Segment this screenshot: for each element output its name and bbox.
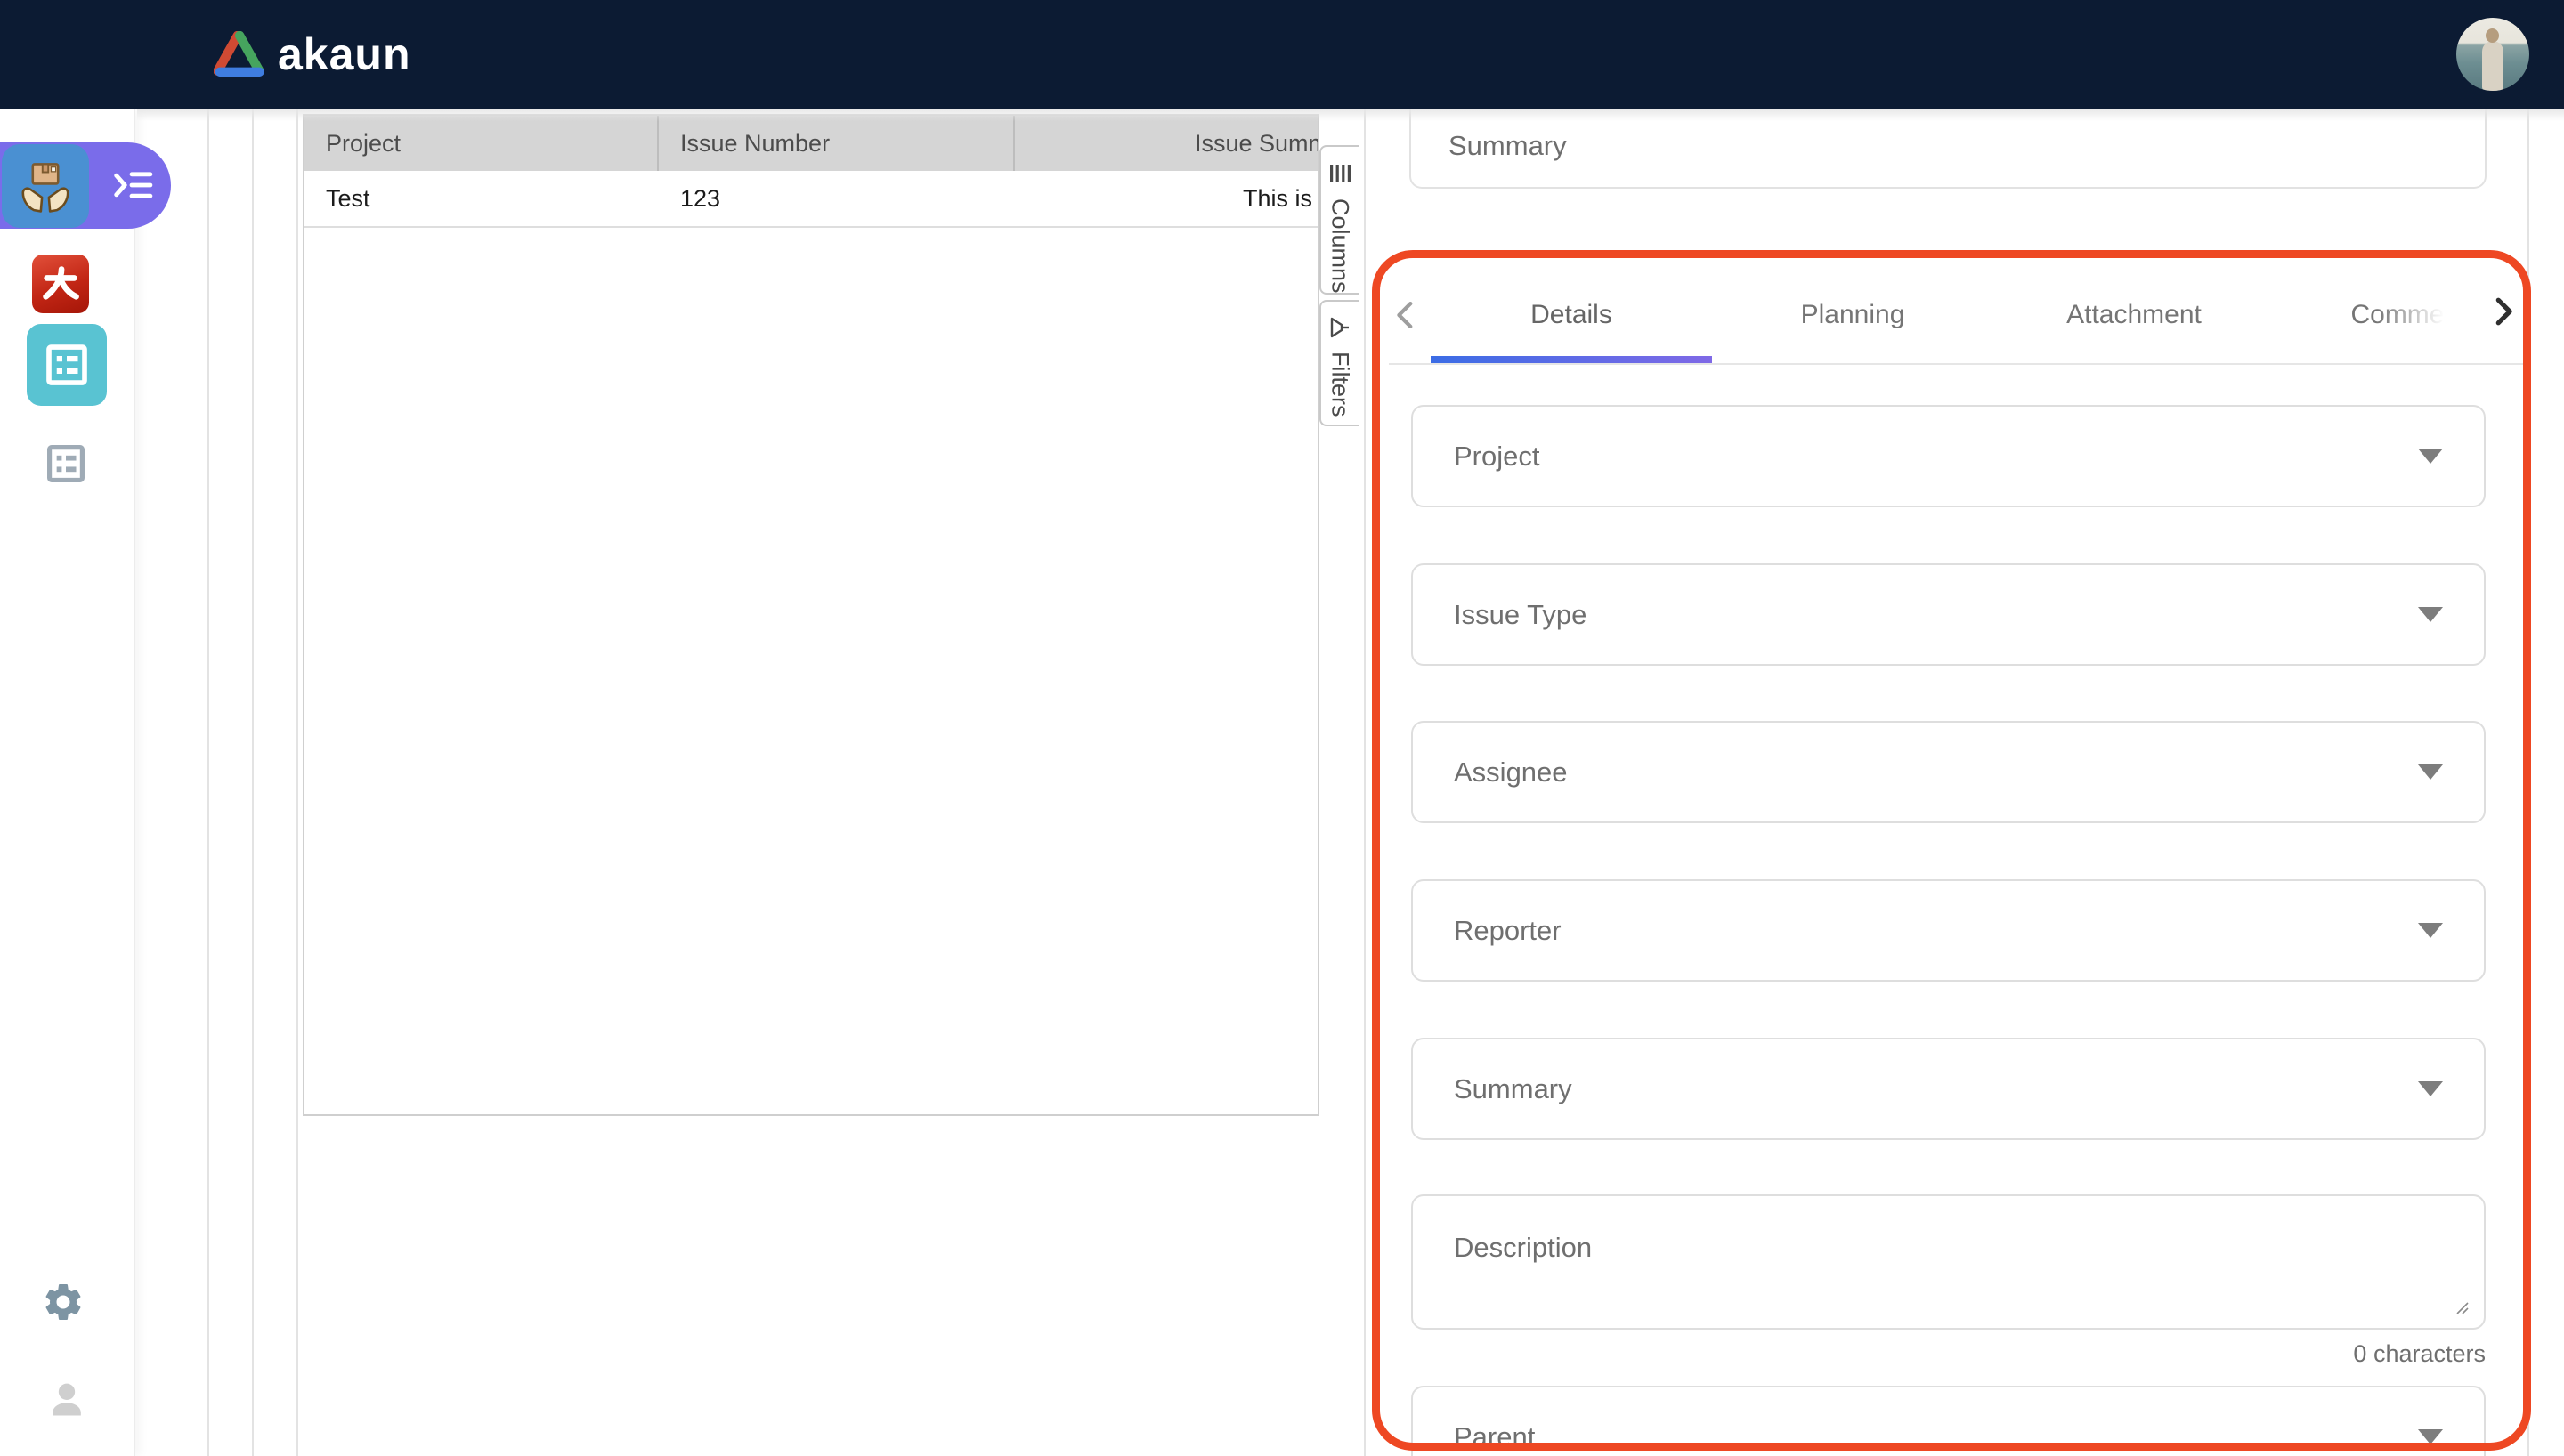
person-icon [45,1378,89,1422]
panel-splitter[interactable] [252,109,254,1456]
sidebar-item-account[interactable] [45,1378,89,1422]
chevron-down-icon [2418,764,2443,780]
chevron-down-icon [2418,1081,2443,1096]
side-tab-filters[interactable]: Filters [1319,300,1359,426]
table-header-row: Project Issue Number Issue Summary [304,116,1318,171]
user-avatar[interactable] [2456,18,2529,91]
issue-table: Project Issue Number Issue Summary Test … [303,114,1319,1116]
sidebar-item-logistics[interactable] [2,144,89,228]
chevron-down-icon [2418,607,2443,622]
da-character-icon [41,264,80,303]
chevron-down-icon [2418,449,2443,464]
form-list-icon [45,343,89,387]
panel-divider [296,109,298,1456]
panel-divider [2527,109,2529,1456]
indent-menu-icon [114,169,155,201]
reporter-select[interactable]: Reporter [1411,879,2486,982]
column-header-project[interactable]: Project [304,116,659,171]
field-label: Issue Type [1454,599,1586,631]
field-label: Summary [1448,130,1567,162]
issue-type-select[interactable]: Issue Type [1411,563,2486,666]
summary-select[interactable]: Summary [1411,1038,2486,1140]
field-label: Reporter [1454,915,1562,947]
field-label: Assignee [1454,756,1568,789]
sidebar-item-issues-secondary[interactable] [45,441,87,486]
cell-issue-number: 123 [659,171,1015,226]
side-tab-label: Filters [1327,352,1354,417]
project-select[interactable]: Project [1411,405,2486,507]
description-textarea[interactable]: Description [1411,1194,2486,1330]
topbar-shadow [137,109,2564,121]
side-tab-label: Columns [1327,198,1354,294]
top-navigation-bar: akaun [0,0,2564,109]
tabs-scroll-left-icon[interactable] [1389,297,1424,333]
tab-planning[interactable]: Planning [1712,267,1993,363]
avatar-photo [2482,41,2503,91]
active-tab-indicator [1431,356,1712,363]
cell-project: Test [304,171,659,226]
character-counter: 0 characters [1411,1340,2486,1368]
parent-select[interactable]: Parent [1411,1386,2486,1456]
field-label: Description [1454,1232,1592,1264]
cell-issue-summary: This is t [1015,171,1318,226]
chevron-down-icon [2418,1429,2443,1444]
field-label: Parent [1454,1421,1535,1453]
column-header-issue-summary[interactable]: Issue Summary [1015,116,1318,171]
akaun-triangle-icon [214,31,264,77]
form-list-icon [45,443,86,484]
panel-splitter[interactable] [207,109,209,1456]
assignee-select[interactable]: Assignee [1411,721,2486,823]
tabs-scroll-right-icon [2486,294,2521,329]
field-label: Project [1454,441,1539,473]
tab-details[interactable]: Details [1431,267,1712,363]
panel-divider [1364,109,1366,1456]
columns-icon [1327,161,1352,186]
hands-package-icon [17,158,74,214]
field-label: Summary [1454,1073,1572,1105]
app-screen: akaun [0,0,2564,1456]
detail-tabs-bar: Details Planning Attachment Comments [1389,267,2527,365]
table-row[interactable]: Test 123 This is t [304,171,1318,228]
sidebar-item-da-app[interactable] [32,255,89,313]
tab-attachment[interactable]: Attachment [1993,267,2275,363]
filter-funnel-icon [1328,316,1351,339]
brand-logo[interactable]: akaun [214,23,411,85]
tabs-scroll-right[interactable] [2486,267,2527,355]
sidebar-item-settings[interactable] [41,1280,85,1324]
sidebar-item-issues-active[interactable] [27,324,107,406]
gear-icon [41,1280,85,1324]
brand-name: akaun [278,23,411,85]
resize-grip-icon[interactable] [2452,1298,2470,1315]
chevron-down-icon [2418,923,2443,938]
side-tab-columns[interactable]: Columns [1319,145,1359,295]
column-header-issue-number[interactable]: Issue Number [659,116,1015,171]
tabs-overflow-fade [2377,267,2488,355]
